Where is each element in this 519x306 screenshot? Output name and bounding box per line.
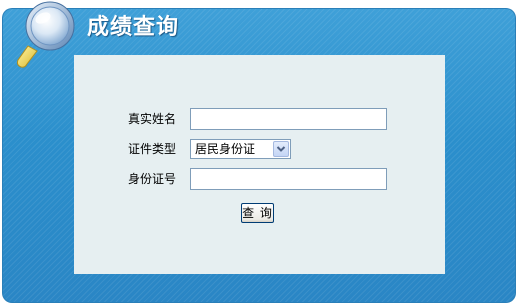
score-query-window: 成绩查询 真实姓名 证件类型 居民身份证 身份证号 查 询	[0, 0, 519, 306]
id-type-label: 证件类型	[128, 142, 177, 156]
id-type-selected-value: 居民身份证	[195, 142, 256, 156]
id-number-label: 身份证号	[128, 172, 177, 186]
id-type-select[interactable]: 居民身份证	[190, 139, 291, 159]
name-input[interactable]	[190, 108, 387, 130]
chevron-down-icon[interactable]	[273, 141, 289, 157]
id-number-input[interactable]	[190, 168, 387, 190]
form-panel	[74, 55, 445, 274]
query-button[interactable]: 查 询	[241, 203, 274, 223]
name-label: 真实姓名	[128, 112, 177, 126]
page-title: 成绩查询	[87, 15, 180, 40]
